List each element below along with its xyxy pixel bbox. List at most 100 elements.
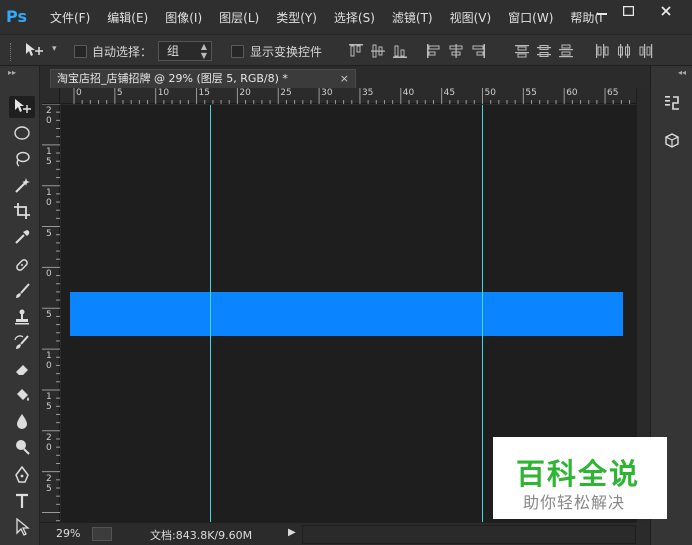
- auto-select-target-select[interactable]: 组 ▲ ▼: [158, 41, 212, 61]
- distribute-left-edges-icon[interactable]: [594, 43, 610, 59]
- ruler-label: 0: [46, 269, 52, 280]
- ruler-label: 65: [607, 88, 619, 98]
- collapse-panel-icon[interactable]: ◂◂: [678, 68, 686, 77]
- lasso-tool[interactable]: [9, 148, 35, 170]
- distribute-top-edges-icon[interactable]: [514, 43, 530, 59]
- lasso-icon: [16, 151, 30, 167]
- auto-select-label: 自动选择：: [92, 45, 153, 59]
- document-tab-strip: 淘宝店招_店铺招牌 @ 29% (图层 5, RGB/8) * ×: [40, 66, 636, 88]
- maximize-button[interactable]: [612, 0, 644, 22]
- close-window-button[interactable]: [646, 0, 686, 22]
- zoom-level[interactable]: 29%: [56, 527, 80, 540]
- menu-filter[interactable]: 滤镜(T): [392, 9, 442, 26]
- marquee-tool[interactable]: [9, 122, 35, 144]
- dodge-icon: [16, 440, 30, 455]
- align-top-edges-icon[interactable]: [348, 43, 364, 59]
- ruler-label: 60: [566, 88, 578, 98]
- status-mode-icon[interactable]: [92, 527, 112, 541]
- show-transform-checkbox[interactable]: [231, 45, 244, 58]
- status-menu-arrow-icon[interactable]: ▶: [288, 527, 296, 538]
- ruler-label: 5: [46, 310, 52, 321]
- ruler-label: 30: [321, 88, 333, 98]
- dodge-tool[interactable]: [9, 436, 35, 458]
- ruler-label: 0: [76, 88, 82, 98]
- ruler-label: 10: [157, 88, 170, 98]
- magic-wand-icon: [15, 178, 30, 193]
- menu-image[interactable]: 图像(I): [165, 9, 211, 26]
- menu-edit[interactable]: 编辑(E): [107, 9, 157, 26]
- menu-view[interactable]: 视图(V): [450, 9, 501, 26]
- ruler-label: 25: [280, 88, 292, 98]
- options-bar-grip[interactable]: [10, 43, 12, 61]
- close-icon: [661, 6, 671, 16]
- blur-drop-icon: [17, 414, 27, 429]
- auto-select-checkbox[interactable]: [74, 45, 87, 58]
- menu-bar: Ps 文件(F) 编辑(E) 图像(I) 图层(L) 类型(Y) 选择(S) 滤…: [0, 0, 692, 34]
- magic-wand-tool[interactable]: [9, 174, 35, 196]
- vertical-ruler[interactable]: 2 0 1 5 1 0 5 0 5 1 0 1 5 2 0 2 5: [42, 104, 60, 522]
- expand-panel-icon[interactable]: ▸▸: [8, 68, 16, 77]
- document-tab-title: 淘宝店招_店铺招牌 @ 29% (图层 5, RGB/8) *: [57, 72, 288, 85]
- minimize-icon: [597, 13, 607, 15]
- align-group-vertical: [348, 43, 408, 59]
- brush-icon: [16, 283, 30, 298]
- healing-brush-tool[interactable]: [9, 254, 35, 276]
- horizontal-ruler[interactable]: 0 5 10 15 20 25 30 35 40 45 50 55 60 65: [60, 88, 636, 104]
- photoshop-logo: Ps: [6, 7, 27, 26]
- blue-banner-layer[interactable]: [70, 292, 623, 336]
- horizontal-scrollbar[interactable]: [302, 525, 636, 544]
- main-menu: 文件(F) 编辑(E) 图像(I) 图层(L) 类型(Y) 选择(S) 滤镜(T…: [50, 0, 620, 34]
- move-tool[interactable]: [9, 96, 35, 118]
- select-arrows-icon: ▲ ▼: [200, 42, 207, 60]
- ruler-label: 35: [361, 88, 374, 98]
- close-tab-icon[interactable]: ×: [340, 70, 349, 88]
- distribute-horizontal-centers-icon[interactable]: [616, 43, 632, 59]
- menu-window[interactable]: 窗口(W): [508, 9, 562, 26]
- crop-tool[interactable]: [9, 200, 35, 222]
- distribute-group-horizontal: [594, 43, 654, 59]
- watermark-badge: 百科全说 助你轻松解决: [493, 437, 667, 519]
- options-bar: ▾ 自动选择： 组 ▲ ▼ 显示变换控件: [0, 34, 692, 66]
- move-tool-preset-icon[interactable]: [24, 42, 46, 62]
- menu-layer[interactable]: 图层(L): [219, 9, 268, 26]
- ruler-label: 1 5: [46, 391, 52, 412]
- distribute-right-edges-icon[interactable]: [638, 43, 654, 59]
- align-horizontal-centers-icon[interactable]: [448, 43, 464, 59]
- align-bottom-edges-icon[interactable]: [392, 43, 408, 59]
- eyedropper-tool[interactable]: [9, 226, 35, 248]
- elliptical-marquee-icon: [14, 126, 30, 140]
- stamp-icon: [15, 309, 29, 325]
- ruler-label: 5: [116, 88, 123, 98]
- properties-panel-button[interactable]: [660, 130, 684, 152]
- eraser-tool[interactable]: [9, 358, 35, 380]
- pen-tool[interactable]: [9, 464, 35, 486]
- distribute-group-vertical: [514, 43, 574, 59]
- ruler-label: 1 0: [46, 351, 52, 372]
- document-tab[interactable]: 淘宝店招_店铺招牌 @ 29% (图层 5, RGB/8) * ×: [50, 69, 356, 88]
- align-vertical-centers-icon[interactable]: [370, 43, 386, 59]
- menu-type[interactable]: 类型(Y): [276, 9, 326, 26]
- align-left-edges-icon[interactable]: [426, 43, 442, 59]
- ruler-origin[interactable]: [42, 88, 60, 104]
- clone-stamp-tool[interactable]: [9, 306, 35, 328]
- menu-file[interactable]: 文件(F): [50, 9, 99, 26]
- bandage-icon: [16, 259, 28, 271]
- distribute-bottom-edges-icon[interactable]: [558, 43, 574, 59]
- ruler-label: 50: [484, 88, 496, 98]
- tool-preset-dropdown-icon[interactable]: ▾: [52, 44, 57, 54]
- history-brush-tool[interactable]: [9, 332, 35, 354]
- watermark-subtitle: 助你轻松解决: [523, 493, 626, 512]
- show-transform-label: 显示变换控件: [250, 45, 323, 59]
- paint-bucket-tool[interactable]: [9, 384, 35, 406]
- align-right-edges-icon[interactable]: [470, 43, 486, 59]
- ruler-label: 45: [443, 88, 456, 98]
- ruler-label: 2 5: [46, 473, 52, 494]
- type-tool[interactable]: [9, 490, 35, 512]
- menu-select[interactable]: 选择(S): [334, 9, 384, 26]
- history-panel-button[interactable]: [660, 92, 684, 114]
- path-selection-tool[interactable]: [9, 516, 35, 538]
- blur-tool[interactable]: [9, 410, 35, 432]
- brush-tool[interactable]: [9, 280, 35, 302]
- distribute-vertical-centers-icon[interactable]: [536, 43, 552, 59]
- horizontal-ruler-ticks: [73, 88, 631, 104]
